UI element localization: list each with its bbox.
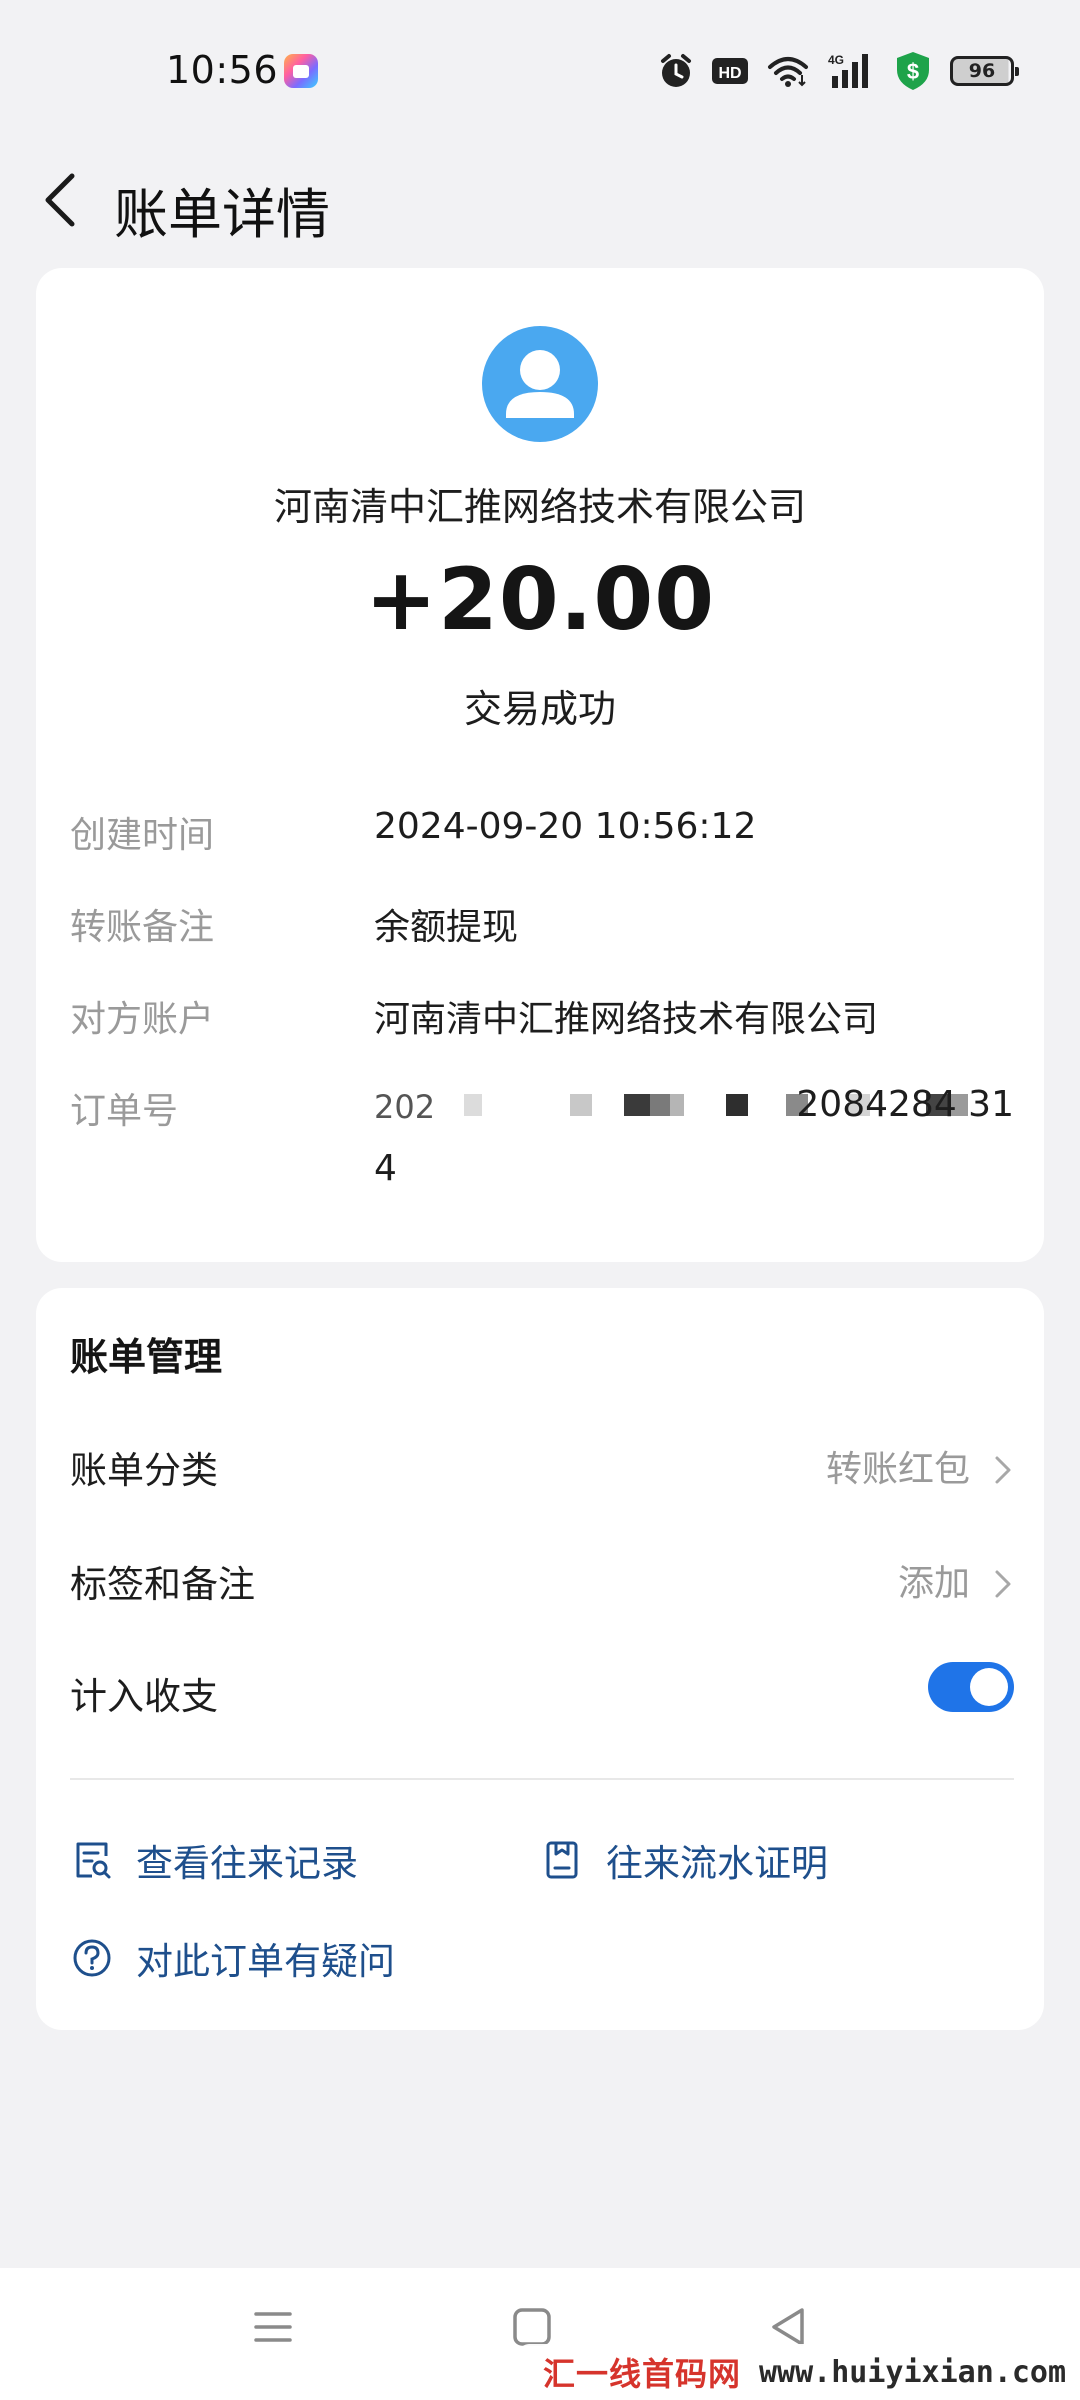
wifi-icon	[768, 57, 808, 87]
tags-and-notes-label: 标签和备注	[70, 1563, 255, 1606]
view-records-link[interactable]: 查看往来记录	[70, 1828, 358, 1892]
svg-text:4G: 4G	[828, 53, 844, 67]
battery-icon: 96	[950, 56, 1019, 86]
question-circle-icon	[73, 1939, 111, 1977]
detail-row-transfer-note: 转账备注 余额提现	[70, 898, 1020, 958]
detail-label: 对方账户	[70, 999, 215, 1040]
order-number-line2: 4	[374, 1148, 397, 1189]
page-title: 账单详情	[114, 183, 330, 246]
detail-value: 2024-09-20 10:56:12	[374, 806, 757, 847]
include-in-stats-label: 计入收支	[70, 1675, 218, 1718]
divider	[70, 1778, 1014, 1780]
detail-label: 转账备注	[70, 907, 215, 948]
tags-and-notes-row[interactable]: 标签和备注 添加	[70, 1540, 1014, 1620]
document-search-icon	[76, 1842, 111, 1879]
status-time: 10:56	[166, 48, 279, 92]
bill-category-row[interactable]: 账单分类 转账红包	[70, 1426, 1014, 1506]
bill-management-card: 账单管理 账单分类 转账红包 标签和备注 添加 计入收支 查看往来记录 往来流水…	[36, 1288, 1044, 2030]
detail-value: 余额提现	[374, 907, 519, 948]
cellular-signal-icon: 4G	[828, 53, 868, 88]
detail-row-created-time: 创建时间 2024-09-20 10:56:12	[70, 806, 1020, 866]
detail-label: 创建时间	[70, 815, 215, 856]
svg-text:HD: HD	[718, 65, 741, 82]
include-in-stats-row: 计入收支	[70, 1652, 1014, 1732]
battery-level: 96	[968, 60, 996, 82]
detail-label: 订单号	[70, 1091, 179, 1132]
transaction-statement-link[interactable]: 往来流水证明	[540, 1828, 828, 1892]
svg-text:$: $	[907, 59, 919, 84]
bill-category-label: 账单分类	[70, 1449, 218, 1492]
site-watermark: 汇一线首码网 www.huiyixian.com	[518, 2344, 1080, 2400]
order-question-link[interactable]: 对此订单有疑问	[70, 1926, 395, 1990]
order-number-prefix: 202	[374, 1088, 436, 1126]
hd-icon: HD	[712, 58, 748, 84]
detail-row-order-number: 订单号 202 2084284 31 4	[70, 1082, 1020, 1202]
back-arrow-icon[interactable]	[34, 168, 94, 232]
watermark-chinese-text: 汇一线首码网	[542, 2355, 741, 2393]
toggle-knob	[970, 1668, 1008, 1706]
include-in-stats-toggle[interactable]	[928, 1662, 1014, 1712]
page-header: 账单详情	[0, 140, 1080, 260]
alarm-icon	[661, 54, 691, 87]
payee-avatar	[482, 326, 598, 442]
menu-icon[interactable]	[250, 2302, 296, 2352]
bill-category-value: 转账红包	[825, 1449, 970, 1490]
chevron-right-icon	[995, 1456, 1011, 1484]
chevron-right-icon	[995, 1570, 1011, 1598]
status-icons: HD 4G $ 96	[658, 50, 1019, 92]
user-icon	[506, 350, 574, 418]
order-number-value[interactable]: 202 2084284 31 4	[374, 1082, 1014, 1198]
transaction-status: 交易成功	[463, 687, 616, 731]
payee-name: 河南清中汇推网络技术有限公司	[273, 485, 806, 529]
view-records-label: 查看往来记录	[136, 1842, 358, 1885]
transaction-card: 河南清中汇推网络技术有限公司 +20.00 交易成功 创建时间 2024-09-…	[36, 268, 1044, 1262]
transaction-amount: +20.00	[364, 550, 716, 650]
detail-row-counterparty: 对方账户 河南清中汇推网络技术有限公司	[70, 990, 1020, 1050]
status-bar: 10:56 HD 4G $ 96	[0, 0, 1080, 140]
security-shield-icon: $	[897, 52, 929, 90]
statement-document-icon	[546, 1841, 578, 1879]
order-question-label: 对此订单有疑问	[136, 1940, 395, 1983]
detail-value: 河南清中汇推网络技术有限公司	[374, 999, 879, 1040]
watermark-url-text: www.huiyixian.com	[758, 2354, 1066, 2390]
tags-and-notes-value: 添加	[897, 1563, 970, 1604]
transaction-statement-label: 往来流水证明	[606, 1842, 828, 1885]
gallery-app-icon	[284, 54, 318, 88]
order-number-suffix: 2084284 31	[796, 1084, 1014, 1125]
section-title: 账单管理	[70, 1335, 223, 1379]
